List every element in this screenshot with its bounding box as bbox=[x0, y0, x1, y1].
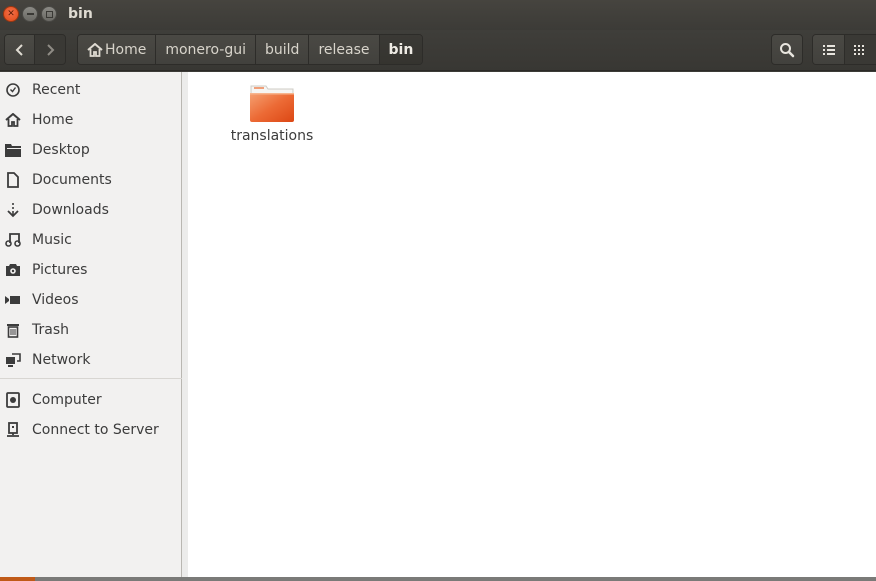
sidebar-separator bbox=[0, 378, 182, 379]
sidebar-item-recent[interactable]: Recent bbox=[0, 76, 182, 104]
sidebar-item-label: Connect to Server bbox=[32, 422, 159, 438]
folder-icon bbox=[250, 85, 294, 122]
sidebar-item-network[interactable]: Network bbox=[0, 346, 182, 374]
bottom-panel-strip bbox=[0, 577, 876, 581]
sidebar-item-computer[interactable]: Computer bbox=[0, 386, 182, 414]
sidebar-item-label: Desktop bbox=[32, 142, 90, 158]
sidebar-item-home[interactable]: Home bbox=[0, 106, 182, 134]
grid-view-button[interactable] bbox=[845, 35, 876, 64]
forward-button[interactable] bbox=[35, 35, 65, 64]
breadcrumb-home[interactable]: Home bbox=[78, 35, 157, 64]
breadcrumb-bin[interactable]: bin bbox=[379, 35, 423, 64]
navigation-buttons bbox=[4, 34, 66, 65]
sidebar-item-label: Computer bbox=[32, 392, 102, 408]
minimize-window-button[interactable] bbox=[22, 6, 38, 22]
breadcrumb-label: monero-gui bbox=[165, 41, 247, 58]
file-view[interactable]: translations bbox=[188, 72, 876, 577]
breadcrumb-build[interactable]: build bbox=[256, 35, 310, 64]
back-button[interactable] bbox=[5, 35, 36, 64]
sidebar-item-music[interactable]: Music bbox=[0, 226, 182, 254]
search-button[interactable] bbox=[771, 34, 803, 65]
maximize-icon bbox=[45, 10, 53, 18]
download-icon bbox=[5, 202, 21, 218]
grid-view-icon bbox=[854, 44, 864, 55]
sidebar-item-label: Home bbox=[32, 112, 74, 128]
clock-icon bbox=[5, 82, 21, 98]
maximize-window-button[interactable] bbox=[41, 6, 57, 22]
sidebar-item-label: Network bbox=[32, 352, 91, 368]
list-view-button[interactable] bbox=[813, 35, 845, 64]
sidebar-item-connect-to-server[interactable]: Connect to Server bbox=[0, 416, 182, 444]
sidebar-item-pictures[interactable]: Pictures bbox=[0, 256, 182, 284]
search-icon bbox=[780, 42, 795, 57]
breadcrumb-label: Home bbox=[105, 41, 147, 58]
sidebar-item-desktop[interactable]: Desktop bbox=[0, 136, 182, 164]
sidebar-item-documents[interactable]: Documents bbox=[0, 166, 182, 194]
computer-icon bbox=[5, 392, 21, 408]
title-bar: ✕ bin bbox=[0, 0, 876, 30]
home-icon bbox=[5, 112, 21, 128]
sidebar-item-label: Documents bbox=[32, 172, 112, 188]
sidebar-item-downloads[interactable]: Downloads bbox=[0, 196, 182, 224]
file-name: translations bbox=[230, 128, 314, 144]
network-icon bbox=[5, 352, 21, 368]
chevron-left-icon bbox=[15, 43, 23, 56]
music-icon bbox=[5, 232, 21, 248]
sidebar: Recent Home Desktop Documents Downloads … bbox=[0, 72, 182, 577]
video-icon bbox=[5, 292, 21, 308]
sidebar-item-label: Trash bbox=[32, 322, 69, 338]
sidebar-item-label: Downloads bbox=[32, 202, 109, 218]
breadcrumb-monero-gui[interactable]: monero-gui bbox=[156, 35, 257, 64]
camera-icon bbox=[5, 262, 21, 278]
sidebar-item-label: Recent bbox=[32, 82, 81, 98]
file-item-translations[interactable]: translations bbox=[224, 82, 320, 144]
breadcrumb: Home monero-gui build release bin bbox=[77, 34, 424, 65]
chevron-right-icon bbox=[47, 43, 55, 56]
close-window-button[interactable]: ✕ bbox=[3, 6, 19, 22]
minimize-icon bbox=[26, 13, 34, 15]
toolbar: Home monero-gui build release bin bbox=[0, 30, 876, 71]
window-title: bin bbox=[68, 6, 93, 22]
trash-icon bbox=[5, 322, 21, 338]
list-view-icon bbox=[822, 44, 835, 55]
close-icon: ✕ bbox=[7, 8, 15, 19]
sidebar-item-label: Pictures bbox=[32, 262, 88, 278]
folder-icon bbox=[5, 142, 21, 158]
breadcrumb-label: bin bbox=[388, 41, 414, 58]
sidebar-item-label: Music bbox=[32, 232, 72, 248]
document-icon bbox=[5, 172, 21, 188]
taskbar-accent bbox=[0, 577, 35, 581]
home-icon bbox=[87, 42, 103, 57]
sidebar-item-trash[interactable]: Trash bbox=[0, 316, 182, 344]
server-icon bbox=[5, 422, 21, 438]
sidebar-item-videos[interactable]: Videos bbox=[0, 286, 182, 314]
breadcrumb-label: release bbox=[318, 41, 370, 58]
sidebar-item-label: Videos bbox=[32, 292, 79, 308]
breadcrumb-release[interactable]: release bbox=[309, 35, 380, 64]
breadcrumb-label: build bbox=[265, 41, 300, 58]
view-toggle bbox=[812, 34, 876, 65]
